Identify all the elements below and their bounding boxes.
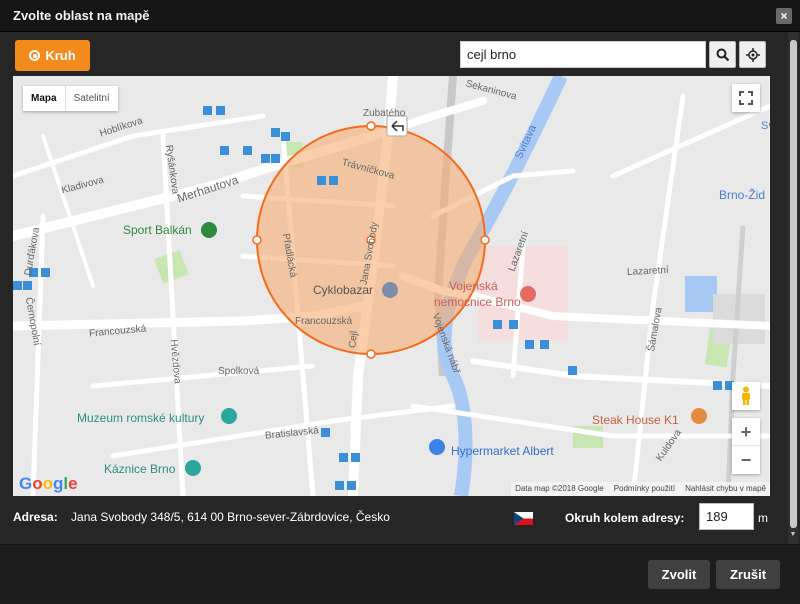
confirm-button[interactable]: Zvolit (648, 560, 710, 589)
my-location-button[interactable] (739, 41, 766, 68)
scroll-down-arrow-icon[interactable]: ▼ (788, 530, 798, 540)
street-label: Zubatého (363, 108, 406, 119)
poi-label[interactable]: Káznice Brno (104, 462, 175, 476)
radius-input[interactable] (699, 503, 754, 530)
search-icon (716, 48, 729, 61)
fullscreen-button[interactable] (732, 84, 760, 112)
poi-label[interactable]: Sport Balkán (123, 223, 192, 237)
poi-label[interactable]: Muzeum romské kultury (77, 411, 204, 425)
street-label: Lazaretní (626, 264, 669, 279)
circle-tool-button[interactable]: Kruh (15, 40, 90, 71)
map-attribution: Data map ©2018 Google Podmínky použití N… (511, 482, 770, 496)
terms-link[interactable]: Podmínky použití (614, 482, 675, 496)
radius-unit: m (758, 511, 768, 525)
poi-label[interactable]: Vojenská (449, 279, 498, 293)
address-label: Adresa: (13, 510, 58, 524)
street-view-button[interactable] (732, 382, 760, 410)
cancel-button[interactable]: Zrušit (716, 560, 780, 589)
street-label: Francouzská (295, 316, 353, 327)
circle-target-icon (29, 50, 41, 61)
scrollbar-thumb[interactable] (790, 40, 797, 528)
poi-label[interactable]: Cyklobazar (313, 283, 373, 297)
zoom-in-button[interactable]: + (732, 418, 760, 446)
map-type-switcher: Mapa Satelitní (23, 86, 118, 111)
czech-flag-icon (514, 512, 533, 525)
map-canvas (13, 76, 770, 496)
district-label: Svit (761, 120, 770, 132)
dialog-title: Zvolte oblast na mapě (13, 8, 150, 23)
fullscreen-icon (739, 91, 753, 105)
circle-tool-label: Kruh (45, 48, 76, 63)
zoom-controls: + − (732, 418, 760, 474)
address-value: Jana Svobody 348/5, 614 00 Brno-sever-Zá… (71, 510, 390, 524)
street-label: Spolková (218, 366, 260, 377)
map-data-credit: Data map ©2018 Google (515, 484, 604, 493)
report-error-link[interactable]: Nahlásit chybu v mapě (685, 482, 766, 496)
poi-label[interactable]: Hypermarket Albert (451, 444, 554, 458)
radius-label: Okruh kolem adresy: (565, 511, 685, 525)
address-row: Adresa: Jana Svobody 348/5, 614 00 Brno-… (13, 510, 390, 524)
district-label: Brno-Žid (719, 188, 766, 202)
map-type-map[interactable]: Mapa (23, 86, 66, 111)
map-area[interactable]: Hoblíkova Kladivova Ryšánkova Merhautova… (13, 76, 770, 496)
crosshair-icon (745, 47, 760, 62)
dialog-titlebar: Zvolte oblast na mapě × (0, 0, 800, 32)
map-type-satellite[interactable]: Satelitní (66, 86, 118, 111)
poi-label[interactable]: nemocnice Brno (434, 295, 521, 309)
street-label: Cejl (347, 330, 360, 349)
pegman-icon (742, 386, 750, 405)
zoom-out-button[interactable]: − (732, 446, 760, 474)
close-button[interactable]: × (776, 8, 792, 24)
google-logo: Google (19, 474, 78, 493)
address-search-input[interactable] (460, 41, 706, 68)
poi-label[interactable]: Steak House K1 (592, 413, 679, 427)
search-button[interactable] (709, 41, 736, 68)
